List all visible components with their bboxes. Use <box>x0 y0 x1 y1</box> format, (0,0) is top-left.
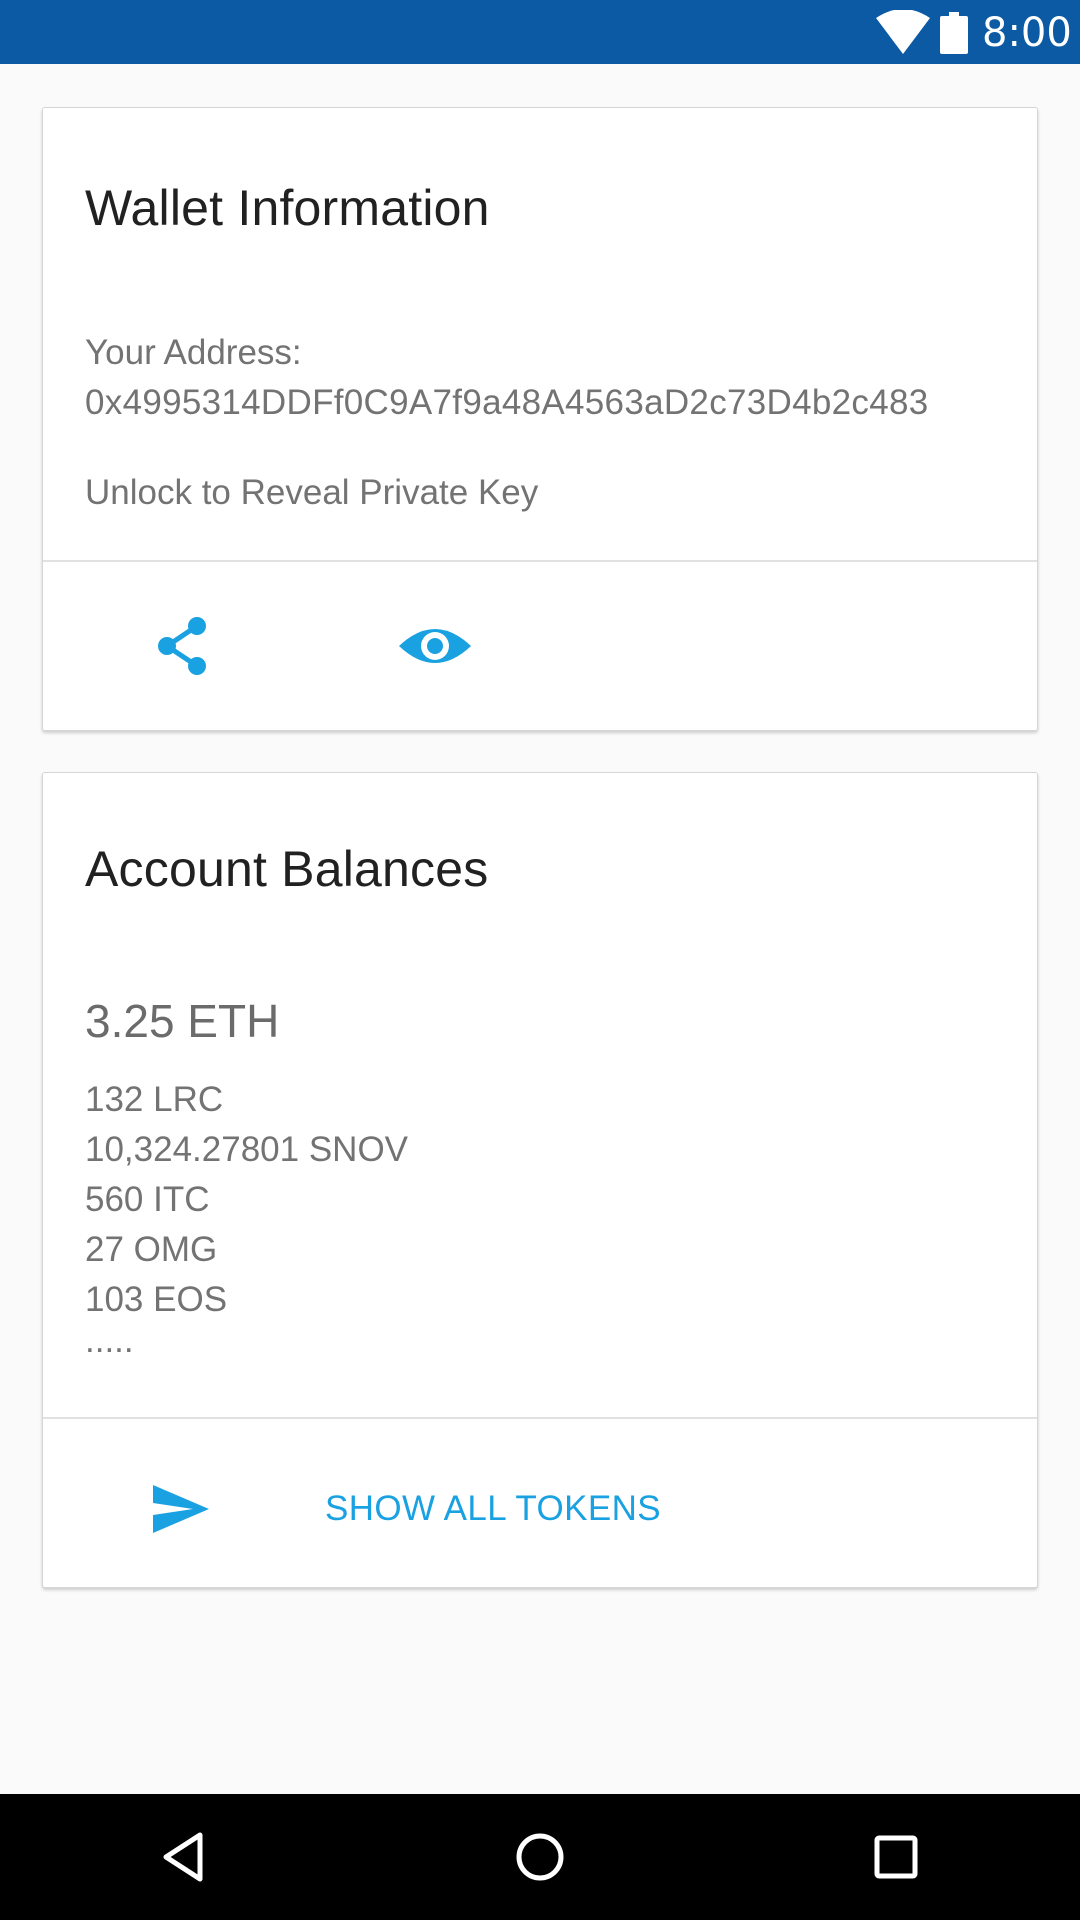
list-item: 27 OMG <box>85 1230 218 1269</box>
back-button[interactable] <box>154 1827 214 1887</box>
wallet-card-title: Wallet Information <box>85 180 490 236</box>
list-item: 560 ITC <box>85 1180 210 1219</box>
list-item: 10,324.27801 SNOV <box>85 1130 409 1169</box>
address-label: Your Address: <box>85 333 302 372</box>
wallet-address: 0x4995314DDFf0C9A7f9a48A4563aD2c73D4b2c4… <box>85 383 929 422</box>
reveal-key-button[interactable] <box>397 608 473 684</box>
status-time: 8:00 <box>982 10 1072 56</box>
home-icon <box>516 1833 564 1881</box>
eth-balance: 3.25 ETH <box>85 995 280 1047</box>
share-icon <box>158 617 206 675</box>
card-divider <box>43 560 1037 562</box>
send-button[interactable] <box>147 1475 215 1543</box>
back-icon <box>163 1832 203 1882</box>
eye-icon <box>399 629 471 663</box>
list-item: 132 LRC <box>85 1080 224 1119</box>
list-item: 103 EOS <box>85 1280 228 1319</box>
navigation-bar <box>0 1794 1080 1920</box>
recents-button[interactable] <box>866 1827 926 1887</box>
battery-icon <box>940 12 968 54</box>
unlock-private-key-text: Unlock to Reveal Private Key <box>85 473 539 512</box>
status-bar: 8:00 <box>0 0 1080 64</box>
card-divider <box>43 1417 1037 1419</box>
show-all-tokens-button[interactable]: SHOW ALL TOKENS <box>325 1481 661 1537</box>
send-icon <box>153 1485 209 1533</box>
token-balance-list: 132 LRC 10,324.27801 SNOV 560 ITC 27 OMG… <box>85 1075 408 1325</box>
more-tokens-indicator: ..... <box>85 1321 134 1360</box>
home-button[interactable] <box>510 1827 570 1887</box>
balances-card-title: Account Balances <box>85 841 489 897</box>
account-balances-card: Account Balances 3.25 ETH 132 LRC 10,324… <box>42 772 1038 1588</box>
recents-icon <box>874 1835 918 1879</box>
wallet-information-card: Wallet Information Your Address: 0x49953… <box>42 107 1038 731</box>
share-button[interactable] <box>149 612 217 680</box>
wifi-icon <box>876 10 930 54</box>
